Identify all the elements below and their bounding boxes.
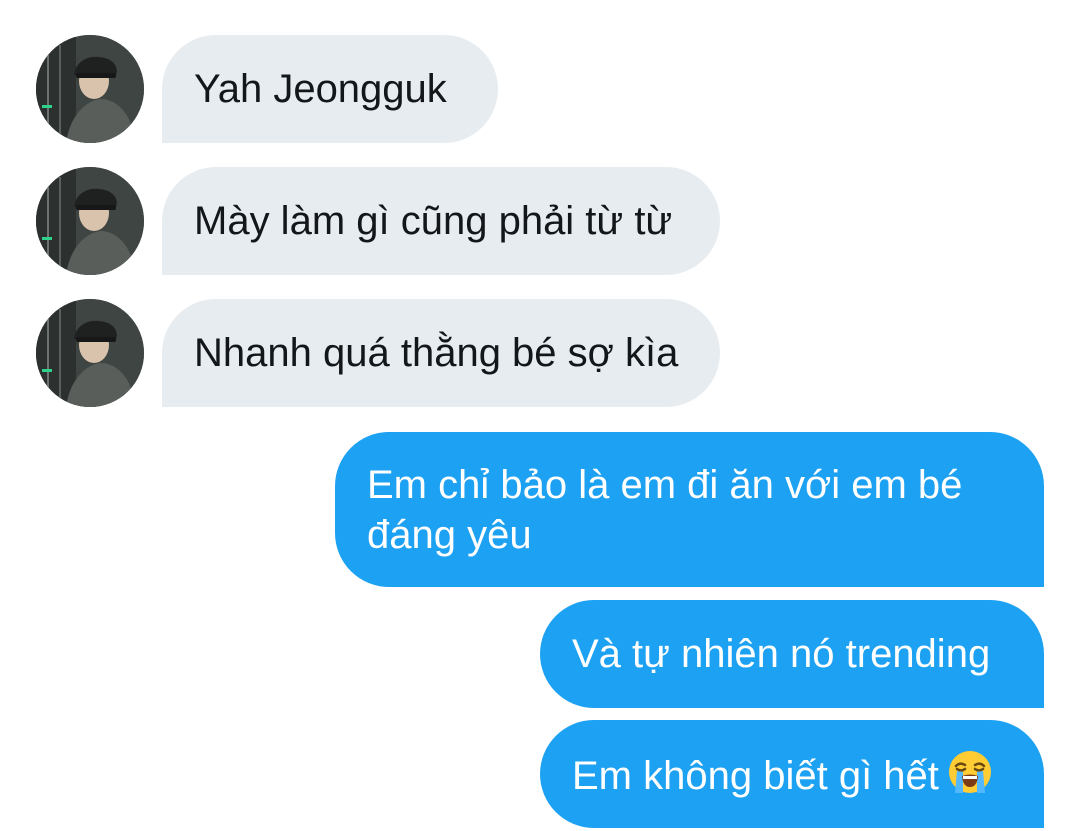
outgoing-message-line: Em chỉ bảo là em đi ăn với em bé bbox=[367, 463, 963, 507]
outgoing-message-bubble[interactable]: Và tự nhiên nó trending bbox=[540, 600, 1044, 708]
avatar[interactable] bbox=[36, 35, 144, 143]
outgoing-message-bubble[interactable]: Em không biết gì hết bbox=[540, 720, 1044, 828]
incoming-message-bubble[interactable]: Yah Jeongguk bbox=[162, 35, 498, 143]
incoming-message-bubble[interactable]: Nhanh quá thằng bé sợ kìa bbox=[162, 299, 720, 407]
message-row-incoming: Yah Jeongguk bbox=[0, 35, 1080, 143]
message-row-incoming: Mày làm gì cũng phải từ từ bbox=[0, 167, 1080, 275]
incoming-message-bubble[interactable]: Mày làm gì cũng phải từ từ bbox=[162, 167, 720, 275]
outgoing-message-line: đáng yêu bbox=[367, 513, 532, 557]
loudly-crying-face-icon bbox=[947, 749, 993, 807]
outgoing-message-bubble[interactable]: Em chỉ bảo là em đi ăn với em bé đáng yê… bbox=[335, 432, 1044, 587]
outgoing-message-text: Em không biết gì hết bbox=[572, 754, 939, 798]
message-row-incoming: Nhanh quá thằng bé sợ kìa bbox=[0, 299, 1080, 407]
avatar[interactable] bbox=[36, 167, 144, 275]
avatar[interactable] bbox=[36, 299, 144, 407]
